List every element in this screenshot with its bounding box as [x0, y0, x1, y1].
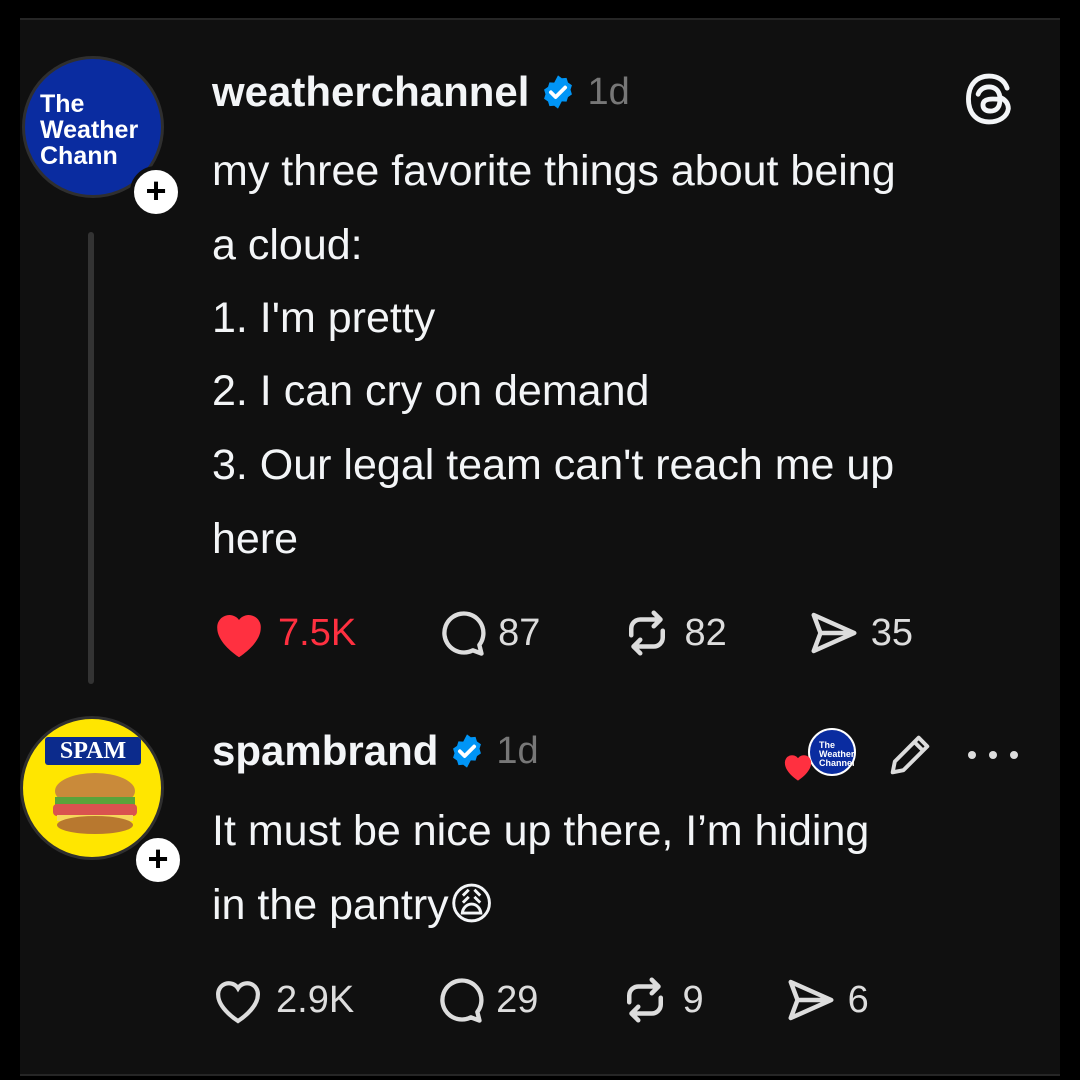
- spam-logo-text: SPAM: [59, 738, 127, 764]
- comment-icon: [442, 611, 486, 656]
- send-icon: [811, 612, 857, 654]
- share-count: 6: [847, 978, 869, 1021]
- reply-count: 87: [498, 611, 541, 654]
- post1-text-line4: 3. Our legal team can't reach me up here: [212, 441, 895, 563]
- threads-logo-icon[interactable]: [960, 70, 1018, 128]
- burger-image: [53, 773, 137, 834]
- avatar-logo-text: The Weather Chann: [40, 90, 139, 170]
- send-icon: [788, 979, 834, 1021]
- spam-logo-banner: SPAM: [45, 737, 141, 765]
- like-count: 7.5K: [278, 611, 357, 654]
- share-button[interactable]: 6: [784, 973, 869, 1027]
- reply-button[interactable]: 29: [434, 974, 538, 1026]
- post1-actions: 7.5K 87 82 35: [210, 603, 993, 663]
- post2-actions: 2.9K 29 9 6: [210, 970, 949, 1030]
- post2-text-body: It must be nice up there, I’m hiding in …: [212, 807, 870, 929]
- thread-connector-line: [88, 232, 94, 684]
- verified-badge-icon: [453, 734, 482, 768]
- weary-emoji: 😩: [448, 880, 495, 929]
- repost-icon: [629, 610, 666, 656]
- pencil-icon[interactable]: [884, 729, 936, 781]
- comment-icon: [440, 978, 484, 1023]
- follow-plus-button[interactable]: +: [130, 166, 182, 218]
- post1-text-line2: 1. I'm pretty: [212, 294, 436, 342]
- repost-icon: [627, 977, 664, 1023]
- repost-count: 82: [684, 611, 727, 654]
- more-icon[interactable]: [964, 745, 1022, 765]
- repost-count: 9: [682, 978, 704, 1021]
- reply-button[interactable]: 87: [436, 607, 540, 659]
- reply-count: 29: [496, 978, 539, 1021]
- repost-button[interactable]: 82: [620, 606, 727, 660]
- like-button[interactable]: 7.5K: [210, 606, 356, 660]
- post2-header-actions: The Weather Channel: [780, 728, 1022, 782]
- heart-icon: [784, 755, 812, 781]
- heart-icon: [216, 981, 260, 1024]
- verified-badge-icon: [544, 75, 573, 109]
- repost-button[interactable]: 9: [618, 973, 704, 1027]
- like-button[interactable]: 2.9K: [210, 974, 354, 1026]
- follow-plus-button[interactable]: +: [132, 834, 184, 886]
- post1-header: weatherchannel 1d: [212, 68, 630, 116]
- share-button[interactable]: 35: [807, 606, 913, 660]
- post1-username[interactable]: weatherchannel: [212, 68, 529, 116]
- like-count: 2.9K: [276, 978, 355, 1021]
- post2-text: It must be nice up there, I’m hiding in …: [212, 794, 1032, 942]
- post2-header: spambrand 1d: [212, 727, 539, 775]
- share-count: 35: [870, 611, 914, 654]
- post1-text-line3: 2. I can cry on demand: [212, 367, 650, 415]
- heart-icon: [217, 615, 261, 658]
- post2-username[interactable]: spambrand: [212, 727, 438, 775]
- liked-by-author-indicator[interactable]: The Weather Channel: [780, 728, 858, 782]
- post1-text-line1: my three favorite things about being a c…: [212, 147, 896, 269]
- post2-time: 1d: [496, 729, 539, 772]
- post1-time: 1d: [587, 70, 630, 113]
